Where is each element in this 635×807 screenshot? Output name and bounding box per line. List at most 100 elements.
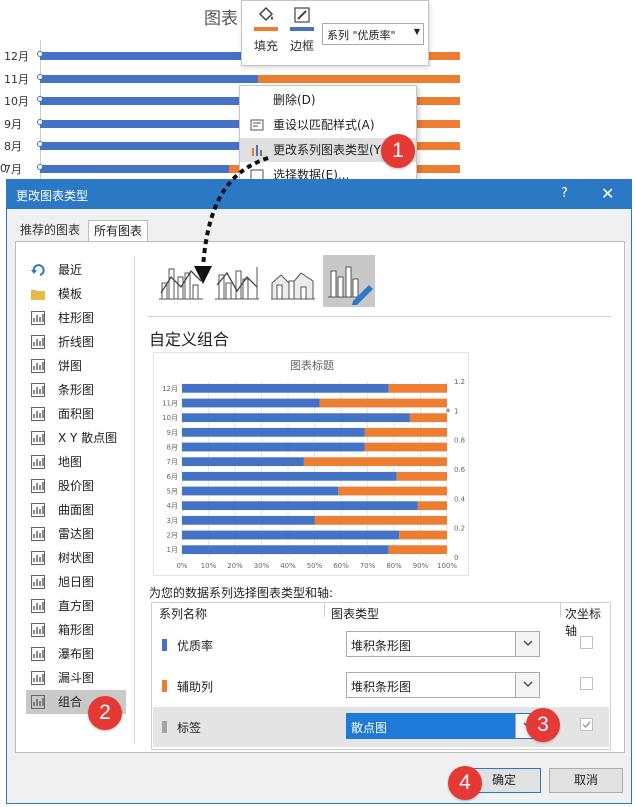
nav-item-stock[interactable]: 股价图	[26, 474, 126, 498]
background-chart-row: 11月	[0, 73, 635, 86]
nav-item-box-whisker[interactable]: 箱形图	[26, 618, 126, 642]
cancel-button[interactable]: 取消	[549, 768, 623, 793]
nav-item-xy-scatter[interactable]: X Y 散点图	[26, 426, 126, 450]
border-tool[interactable]: 边框	[284, 5, 320, 54]
nav-item-treemap[interactable]: 树状图	[26, 546, 126, 570]
secondary-axis-checkbox[interactable]	[580, 677, 593, 690]
pie-chart-icon	[30, 358, 46, 374]
chevron-down-icon[interactable]	[515, 632, 539, 656]
combo-secondary-axis-icon	[215, 267, 259, 300]
nav-item-histogram[interactable]: 直方图	[26, 594, 126, 618]
nav-item-radar[interactable]: 雷达图	[26, 522, 126, 546]
preview-scatter-point	[446, 408, 450, 413]
chevron-down-icon[interactable]	[515, 673, 539, 697]
preview-category-label: 4月	[167, 502, 178, 510]
series-name: 标签	[177, 721, 202, 735]
format-toolbar: 填充 边框 系列 "优质率" ▼	[241, 0, 429, 66]
nav-item-waterfall[interactable]: 瀑布图	[26, 642, 126, 666]
area-chart-icon	[30, 406, 46, 422]
waterfall-icon	[30, 646, 46, 662]
preview-category-label: 10月	[162, 414, 178, 422]
preview-y2-tick-label: 1	[454, 407, 458, 415]
nav-item-pie[interactable]: 饼图	[26, 354, 126, 378]
preview-bar-series2	[399, 530, 447, 540]
preview-chart-svg: 图表标题 0% 10% 20% 30% 40% 50% 60% 70% 80% 90% 100%0 0.…	[162, 358, 466, 570]
series-select[interactable]: 系列 "优质率" ▼	[322, 23, 424, 45]
chart-type-select[interactable]: 堆积条形图	[346, 672, 540, 698]
nav-item-line[interactable]: 折线图	[26, 330, 126, 354]
divider	[147, 316, 612, 317]
series-name: 优质率	[177, 639, 214, 653]
preview-bar-series2	[417, 501, 447, 511]
nav-item-label: 模板	[58, 287, 83, 301]
nav-item-column[interactable]: 柱形图	[26, 306, 126, 330]
scatter-chart-icon	[30, 430, 46, 446]
nav-item-label: 饼图	[58, 359, 83, 373]
nav-item-area[interactable]: 面积图	[26, 402, 126, 426]
menu-item-label: 重设以匹配样式(A)	[273, 118, 375, 132]
nav-item-funnel[interactable]: 漏斗图	[26, 666, 126, 690]
preview-x-tick-label: 0%	[176, 562, 187, 570]
secondary-axis-checkbox[interactable]	[580, 636, 593, 649]
preview-y2-tick-label: 0.4	[454, 495, 466, 503]
nav-item-sunburst[interactable]: 旭日图	[26, 570, 126, 594]
preview-x-tick-label: 70%	[360, 562, 376, 570]
column-chart-icon	[30, 310, 46, 326]
nav-item-bar[interactable]: 条形图	[26, 378, 126, 402]
series-row-helper-column[interactable]: 辅助列 堆积条形图	[153, 666, 609, 706]
bar-chart-icon	[30, 382, 46, 398]
preview-y2-tick-label: 0.6	[454, 466, 466, 474]
preview-category-label: 3月	[167, 517, 178, 525]
nav-item-templates[interactable]: 模板	[26, 282, 126, 306]
custom-combo-pencil-icon	[328, 266, 373, 305]
nav-item-label: 柱形图	[58, 311, 95, 325]
chart-preview: 图表标题 0% 10% 20% 30% 40% 50% 60% 70% 80% 90% 100% 0 0.…	[153, 352, 469, 576]
histogram-icon	[30, 598, 46, 614]
line-chart-icon	[30, 334, 46, 350]
chart-type-select[interactable]: 堆积条形图	[346, 631, 540, 657]
close-button[interactable]: ✕	[601, 184, 614, 203]
dialog-title: 更改图表类型	[16, 189, 89, 203]
secondary-axis-checkbox[interactable]	[580, 718, 593, 731]
chevron-down-icon: ▼	[413, 27, 420, 36]
preview-bar-series1	[182, 530, 400, 540]
preview-bar-series2	[319, 398, 447, 408]
preview-category-label: 6月	[167, 473, 178, 481]
combo-column-line-secondary-axis-option[interactable]	[211, 255, 263, 307]
fill-tool[interactable]: 填充	[248, 5, 284, 54]
column-divider	[560, 603, 561, 617]
preview-category-label: 2月	[167, 532, 178, 540]
preview-y2-tick-label: 0.8	[454, 437, 465, 445]
nav-item-recent[interactable]: 最近	[26, 258, 126, 282]
combo-stacked-area-column-option[interactable]	[267, 255, 319, 307]
pen-icon	[284, 5, 320, 27]
combo-clustered-column-line-option[interactable]	[155, 255, 207, 307]
custom-combination-option[interactable]	[323, 255, 375, 307]
template-icon	[30, 286, 46, 302]
fill-label: 填充	[253, 39, 278, 53]
tab-recommended-charts[interactable]: 推荐的图表	[15, 220, 85, 241]
preview-bar-series1	[182, 486, 339, 496]
chart-type-select[interactable]: 散点图	[346, 713, 540, 739]
column-header-chart-type: 图表类型	[331, 607, 380, 621]
tab-all-charts[interactable]: 所有图表	[88, 220, 149, 242]
combo-chart-icon	[30, 694, 46, 710]
nav-item-surface[interactable]: 曲面图	[26, 498, 126, 522]
series-row-quality-rate[interactable]: 优质率 堆积条形图	[153, 625, 609, 665]
border-label: 边框	[289, 39, 314, 53]
menu-item-reset-style[interactable]: 重设以匹配样式(A)	[240, 113, 416, 137]
nav-item-map[interactable]: 地图	[26, 450, 126, 474]
background-row-label: 10月	[4, 95, 29, 109]
preview-x-tick-label: 50%	[307, 562, 323, 570]
background-row-label: 9月	[4, 117, 22, 131]
stock-chart-icon	[30, 478, 46, 494]
preview-y2-tick-label: 0.2	[454, 525, 465, 533]
preview-category-label: 12月	[162, 385, 178, 393]
column-divider	[324, 603, 325, 617]
nav-item-label: 箱形图	[58, 623, 95, 637]
nav-item-label: 股价图	[58, 479, 95, 493]
fill-color-bar	[254, 27, 278, 31]
help-button[interactable]: ?	[561, 186, 568, 201]
nav-item-label: 折线图	[58, 335, 95, 349]
menu-item-delete[interactable]: 删除(D)	[240, 88, 416, 112]
